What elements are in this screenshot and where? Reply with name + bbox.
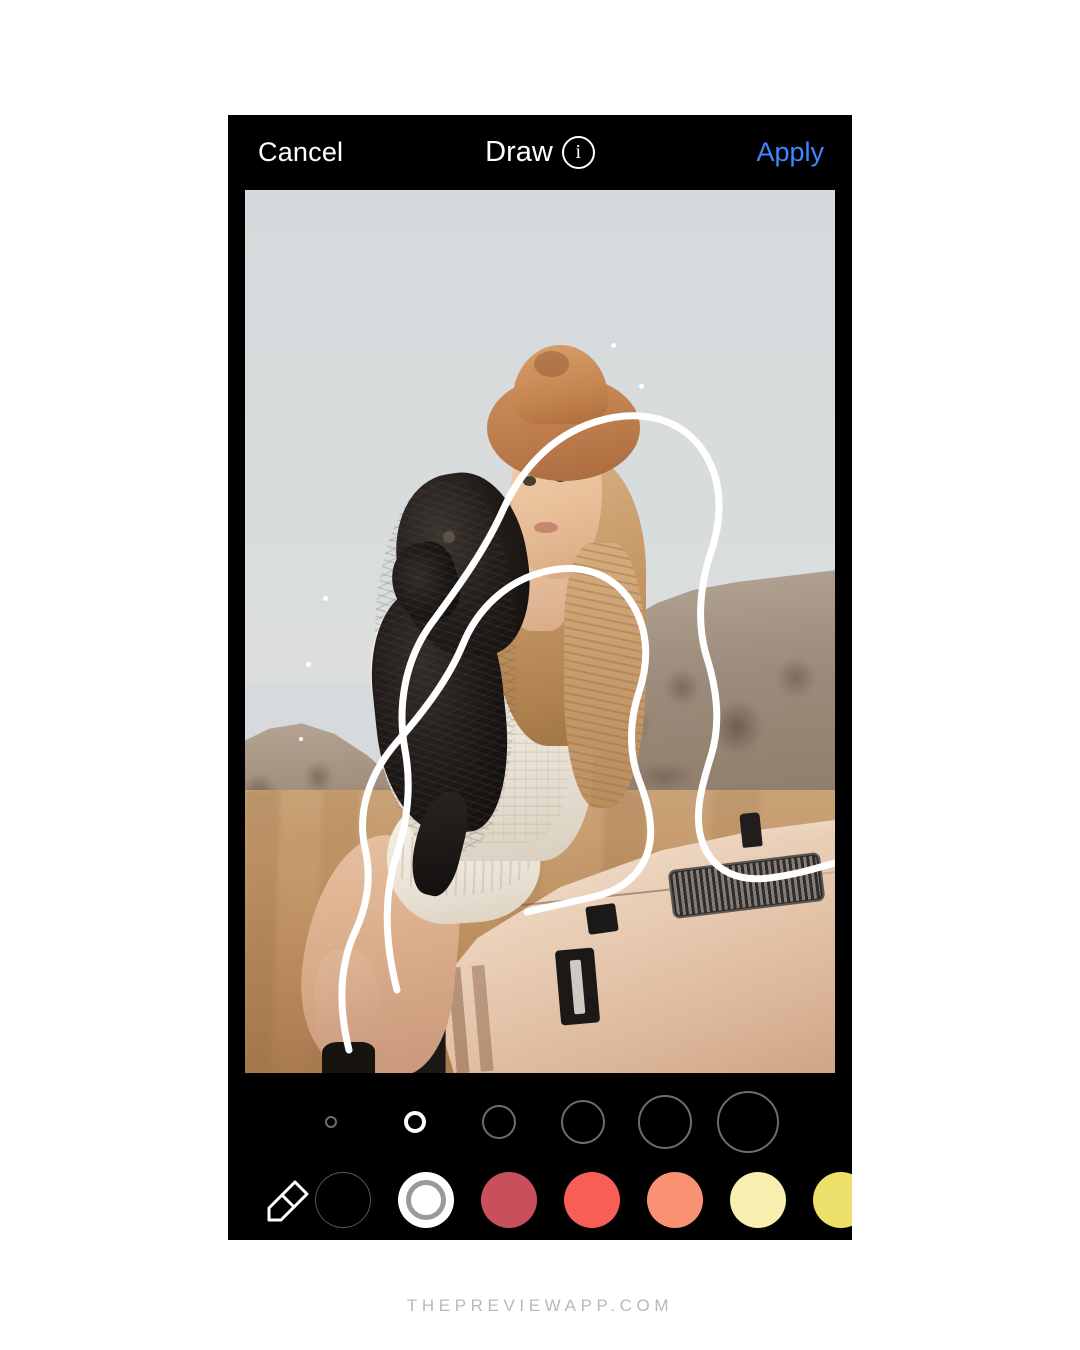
brush-size-option-4[interactable] bbox=[561, 1100, 605, 1144]
brush-size-option-6[interactable] bbox=[717, 1091, 779, 1153]
color-swatch-white[interactable] bbox=[398, 1171, 454, 1228]
apply-button[interactable]: Apply bbox=[756, 135, 824, 169]
drawing-canvas[interactable] bbox=[245, 190, 835, 1073]
phone-frame: Cancel Draw i Apply bbox=[228, 115, 852, 1240]
brush-size-row bbox=[228, 1083, 852, 1161]
color-swatch-black[interactable] bbox=[315, 1171, 371, 1228]
jeep-hood-latch bbox=[554, 947, 600, 1026]
sparkle-dot bbox=[670, 423, 676, 429]
info-icon[interactable]: i bbox=[561, 135, 595, 169]
sparkle-dot bbox=[610, 342, 616, 348]
watermark: THEPREVIEWAPP.COM bbox=[406, 1296, 674, 1315]
color-swatch-coral-red[interactable] bbox=[564, 1171, 620, 1228]
brush-size-option-2[interactable] bbox=[404, 1111, 426, 1133]
brush-size-option-3[interactable] bbox=[482, 1105, 516, 1139]
jeep-latch-upper bbox=[585, 903, 619, 936]
page-title: Draw bbox=[485, 136, 553, 168]
color-swatch-cream-yellow[interactable] bbox=[730, 1171, 786, 1228]
brush-size-option-1[interactable] bbox=[325, 1116, 337, 1128]
photo-image bbox=[245, 190, 835, 1073]
brush-size-option-5[interactable] bbox=[638, 1095, 692, 1149]
woman-hair-strand bbox=[563, 543, 647, 809]
color-swatch-salmon[interactable] bbox=[647, 1171, 703, 1228]
jeep-hood-knob bbox=[738, 811, 763, 848]
color-palette-row[interactable] bbox=[228, 1159, 852, 1240]
color-swatch-yellow[interactable] bbox=[813, 1171, 852, 1228]
color-swatch-rose-red[interactable] bbox=[481, 1171, 537, 1228]
top-bar: Cancel Draw i Apply bbox=[228, 115, 852, 190]
eraser-icon[interactable] bbox=[261, 1173, 315, 1227]
woman-boot bbox=[321, 1042, 375, 1073]
woman-eye-left bbox=[523, 476, 536, 486]
